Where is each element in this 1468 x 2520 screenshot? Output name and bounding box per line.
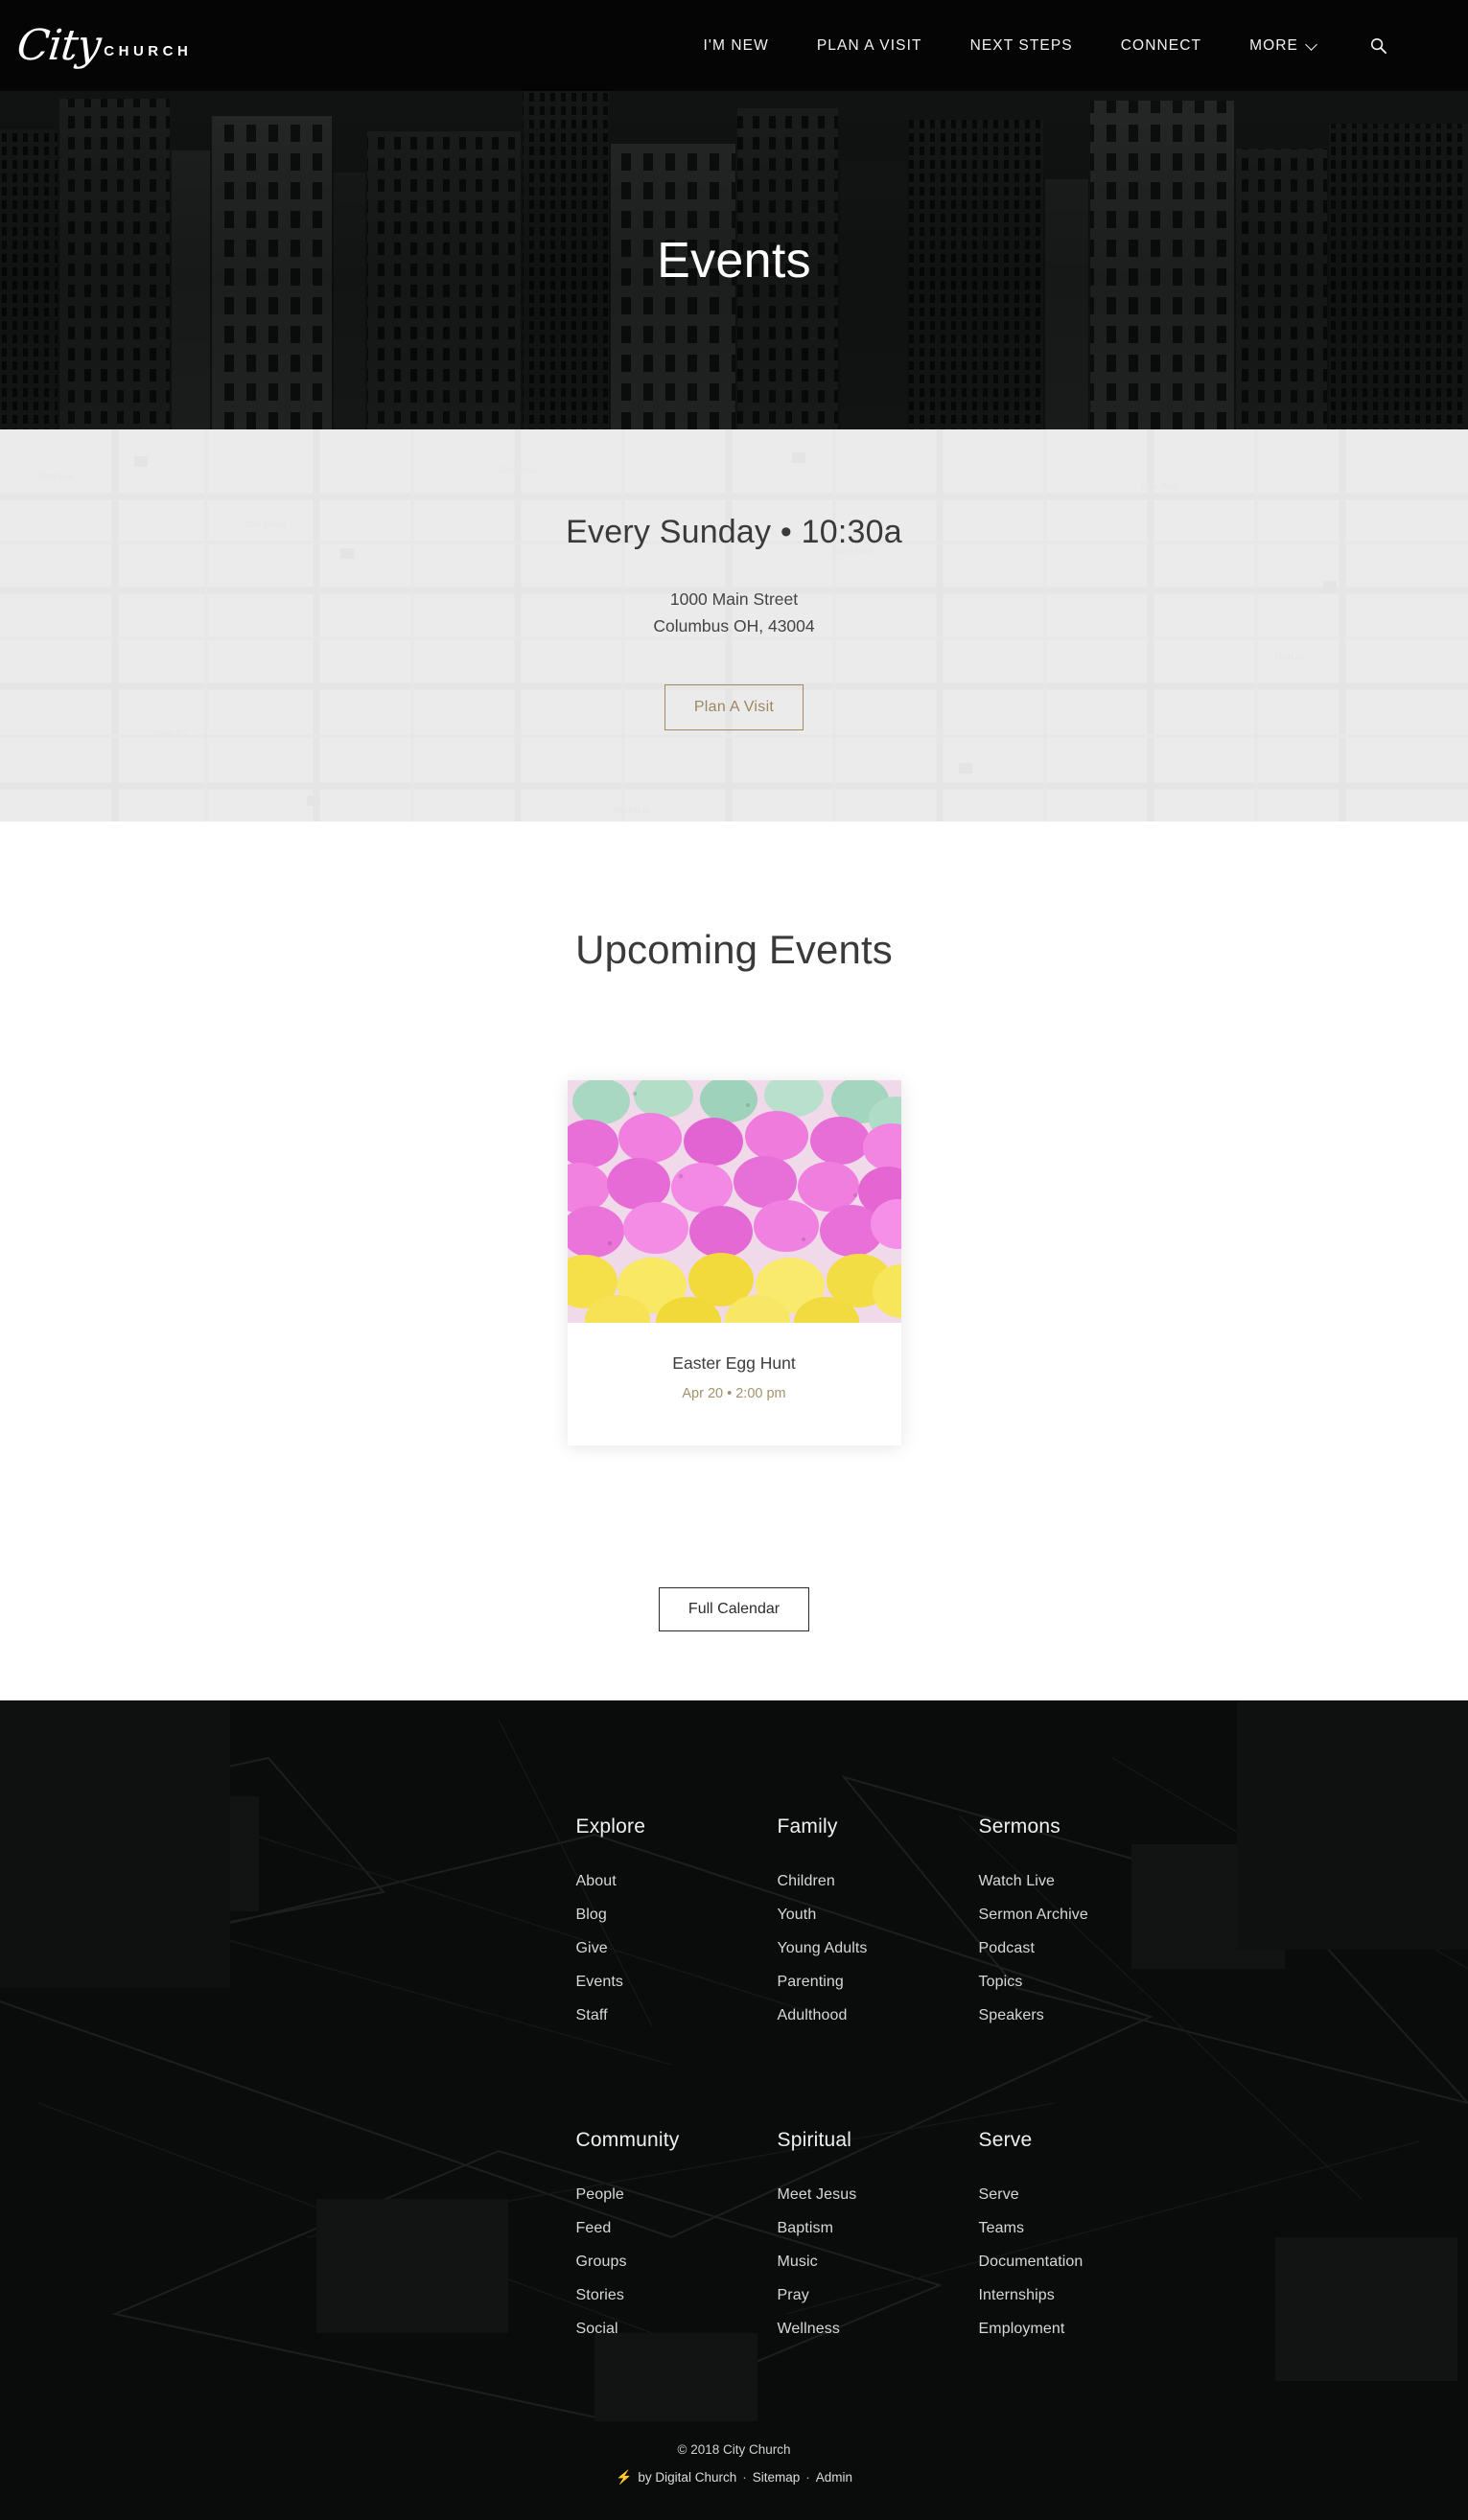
footer-heading-spiritual: Spiritual <box>778 2129 979 2152</box>
svg-text:Elm Road: Elm Road <box>499 465 537 474</box>
nav-label: NEXT STEPS <box>970 37 1073 55</box>
plan-a-visit-button[interactable]: Plan A Visit <box>664 684 804 730</box>
footer-column-serve: Serve Serve Teams Documentation Internsh… <box>979 2129 1180 2354</box>
main-navigation: I'M NEW PLAN A VISIT NEXT STEPS CONNECT … <box>704 33 1468 58</box>
nav-label: MORE <box>1249 37 1298 55</box>
site-header: City CHURCH I'M NEW PLAN A VISIT NEXT ST… <box>0 0 1468 91</box>
service-info-section: Park AveOak Street Elm RoadMain Blvd Pin… <box>0 429 1468 821</box>
site-footer: Explore About Blog Give Events Staff Fam… <box>0 1700 1468 2520</box>
footer-column-sermons: Sermons Watch Live Sermon Archive Podcas… <box>979 1815 1180 2041</box>
sitemap-link[interactable]: Sitemap <box>753 2470 801 2485</box>
hero-banner: Events <box>0 91 1468 429</box>
footer-heading-serve: Serve <box>979 2129 1180 2152</box>
logo-script-text: City <box>15 26 103 66</box>
address-line-2: Columbus OH, 43004 <box>0 613 1468 639</box>
footer-link-sermon-archive[interactable]: Sermon Archive <box>979 1907 1180 1924</box>
address-line-1: 1000 Main Street <box>0 586 1468 613</box>
footer-link-youth[interactable]: Youth <box>778 1907 979 1924</box>
footer-link-speakers[interactable]: Speakers <box>979 2007 1180 2024</box>
footer-link-meet-jesus[interactable]: Meet Jesus <box>778 2186 979 2204</box>
footer-credits: ⚡ by Digital Church · Sitemap · Admin <box>0 2469 1468 2485</box>
footer-link-about[interactable]: About <box>576 1873 778 1890</box>
footer-link-adulthood[interactable]: Adulthood <box>778 2007 979 2024</box>
footer-link-staff[interactable]: Staff <box>576 2007 778 2024</box>
svg-text:Pine Way: Pine Way <box>1141 481 1178 491</box>
footer-link-columns: Explore About Blog Give Events Staff Fam… <box>289 1815 1180 2354</box>
admin-link[interactable]: Admin <box>816 2470 852 2485</box>
event-card[interactable]: Easter Egg Hunt Apr 20 • 2:00 pm <box>568 1080 901 1445</box>
site-logo[interactable]: City CHURCH <box>17 26 192 66</box>
footer-heading-explore: Explore <box>576 1815 778 1838</box>
footer-link-stories[interactable]: Stories <box>576 2287 778 2304</box>
footer-column-family: Family Children Youth Young Adults Paren… <box>778 1815 979 2041</box>
credit-prefix: by Digital Church <box>638 2470 736 2485</box>
nav-item-more[interactable]: MORE <box>1249 37 1317 55</box>
event-card-date: Apr 20 • 2:00 pm <box>568 1386 901 1401</box>
footer-link-employment[interactable]: Employment <box>979 2321 1180 2338</box>
footer-link-documentation[interactable]: Documentation <box>979 2254 1180 2271</box>
footer-column-explore: Explore About Blog Give Events Staff <box>576 1815 778 2041</box>
footer-link-groups[interactable]: Groups <box>576 2254 778 2271</box>
logo-church-text: CHURCH <box>104 43 192 65</box>
footer-link-wellness[interactable]: Wellness <box>778 2321 979 2338</box>
footer-bottom-bar: © 2018 City Church ⚡ by Digital Church ·… <box>0 2354 1468 2520</box>
page-title: Events <box>657 232 811 289</box>
footer-link-teams[interactable]: Teams <box>979 2220 1180 2237</box>
footer-link-music[interactable]: Music <box>778 2254 979 2271</box>
svg-text:Park Ave: Park Ave <box>38 472 73 481</box>
footer-heading-family: Family <box>778 1815 979 1838</box>
footer-link-topics[interactable]: Topics <box>979 1974 1180 1991</box>
footer-link-give[interactable]: Give <box>576 1940 778 1957</box>
footer-link-podcast[interactable]: Podcast <box>979 1940 1180 1957</box>
footer-link-social[interactable]: Social <box>576 2321 778 2338</box>
footer-link-parenting[interactable]: Parenting <box>778 1974 979 1991</box>
footer-link-people[interactable]: People <box>576 2186 778 2204</box>
search-button[interactable] <box>1365 33 1391 58</box>
nav-label: PLAN A VISIT <box>817 37 922 55</box>
footer-link-serve[interactable]: Serve <box>979 2186 1180 2204</box>
footer-row-1: Explore About Blog Give Events Staff Fam… <box>576 1815 1180 2041</box>
footer-column-spiritual: Spiritual Meet Jesus Baptism Music Pray … <box>778 2129 979 2354</box>
footer-link-events[interactable]: Events <box>576 1974 778 1991</box>
chevron-down-icon <box>1307 40 1317 51</box>
nav-item-connect[interactable]: CONNECT <box>1121 37 1201 55</box>
full-calendar-button[interactable]: Full Calendar <box>659 1587 809 1631</box>
nav-item-im-new[interactable]: I'M NEW <box>704 37 769 55</box>
credit-separator-2: · <box>805 2470 810 2485</box>
footer-heading-sermons: Sermons <box>979 1815 1180 1838</box>
footer-heading-community: Community <box>576 2129 778 2152</box>
footer-link-feed[interactable]: Feed <box>576 2220 778 2237</box>
footer-link-children[interactable]: Children <box>778 1873 979 1890</box>
service-time: Every Sunday • 10:30a <box>0 514 1468 551</box>
footer-link-internships[interactable]: Internships <box>979 2287 1180 2304</box>
page-root: City CHURCH I'M NEW PLAN A VISIT NEXT ST… <box>0 0 1468 2520</box>
nav-item-plan-a-visit[interactable]: PLAN A VISIT <box>817 37 922 55</box>
nav-label: CONNECT <box>1121 37 1201 55</box>
footer-link-blog[interactable]: Blog <box>576 1907 778 1924</box>
upcoming-events-section: Upcoming Events <box>0 821 1468 1700</box>
event-card-list: Easter Egg Hunt Apr 20 • 2:00 pm <box>0 1080 1468 1445</box>
footer-column-community: Community People Feed Groups Stories Soc… <box>576 2129 778 2354</box>
event-card-title: Easter Egg Hunt <box>568 1353 901 1374</box>
nav-item-next-steps[interactable]: NEXT STEPS <box>970 37 1073 55</box>
footer-link-baptism[interactable]: Baptism <box>778 2220 979 2237</box>
svg-text:Market St: Market St <box>614 805 651 815</box>
upcoming-events-heading: Upcoming Events <box>0 927 1468 973</box>
footer-link-pray[interactable]: Pray <box>778 2287 979 2304</box>
copyright-text: © 2018 City Church <box>0 2442 1468 2457</box>
footer-link-young-adults[interactable]: Young Adults <box>778 1940 979 1957</box>
event-image-easter-eggs <box>568 1080 901 1323</box>
credit-separator-1: · <box>742 2470 747 2485</box>
search-icon <box>1369 36 1387 55</box>
lightning-bolt-icon: ⚡ <box>616 2469 632 2485</box>
footer-link-watch-live[interactable]: Watch Live <box>979 1873 1180 1890</box>
nav-label: I'M NEW <box>704 37 769 55</box>
footer-row-2: Community People Feed Groups Stories Soc… <box>576 2129 1180 2354</box>
